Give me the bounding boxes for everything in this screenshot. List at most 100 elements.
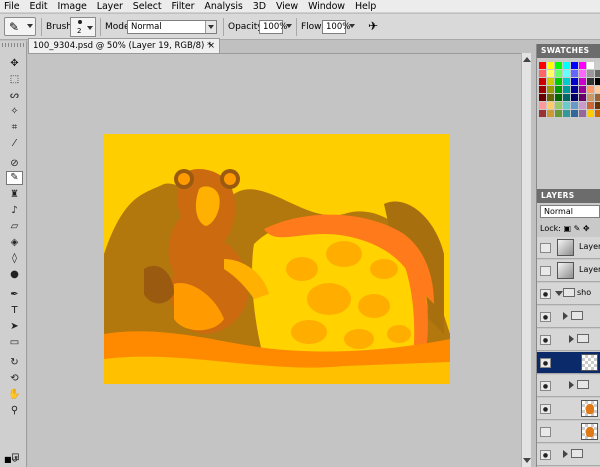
color-swatch[interactable] xyxy=(595,110,600,117)
color-swatch[interactable] xyxy=(555,110,562,117)
hand-tool-icon[interactable]: ✋ xyxy=(6,388,23,402)
visibility-eye-icon[interactable] xyxy=(540,427,551,437)
marquee-tool-icon[interactable]: ⬚ xyxy=(6,73,23,87)
type-tool-icon[interactable]: T xyxy=(6,304,23,318)
color-swatch[interactable] xyxy=(587,62,594,69)
swatches-panel-tab[interactable]: SWATCHES xyxy=(537,44,600,58)
layer-row[interactable]: Layer xyxy=(537,237,600,259)
visibility-eye-icon[interactable] xyxy=(540,289,551,299)
color-swatch[interactable] xyxy=(595,102,600,109)
color-swatch[interactable] xyxy=(587,70,594,77)
eyedropper-tool-icon[interactable]: ⁄ xyxy=(6,137,23,151)
layer-row[interactable] xyxy=(537,421,600,443)
brush-tool-icon[interactable]: ✎ xyxy=(6,171,23,185)
color-swatch[interactable] xyxy=(539,70,546,77)
scroll-up-icon[interactable] xyxy=(523,57,531,62)
color-swatch[interactable] xyxy=(547,94,554,101)
visibility-eye-icon[interactable] xyxy=(540,404,551,414)
scroll-down-icon[interactable] xyxy=(523,458,531,463)
color-swatch[interactable] xyxy=(587,78,594,85)
color-swatch[interactable] xyxy=(595,78,600,85)
color-swatch[interactable] xyxy=(587,86,594,93)
menu-3d[interactable]: 3D xyxy=(253,0,266,13)
magic-wand-tool-icon[interactable]: ✧ xyxy=(6,105,23,119)
color-swatch[interactable] xyxy=(571,102,578,109)
quick-mask-icon[interactable]: ⊡ xyxy=(7,451,24,465)
clone-stamp-tool-icon[interactable]: ♜ xyxy=(6,188,23,202)
blur-tool-icon[interactable]: ◊ xyxy=(6,252,23,266)
color-swatch[interactable] xyxy=(563,78,570,85)
color-swatch[interactable] xyxy=(563,102,570,109)
color-swatch[interactable] xyxy=(555,86,562,93)
opacity-input[interactable]: 100% xyxy=(259,20,287,34)
3d-orbit-tool-icon[interactable]: ⟲ xyxy=(6,372,23,386)
color-swatch[interactable] xyxy=(579,70,586,77)
menu-filter[interactable]: Filter xyxy=(171,0,194,13)
layer-row[interactable]: sho xyxy=(537,283,600,305)
document-tab[interactable]: 100_9304.psd @ 50% (Layer 19, RGB/8) * × xyxy=(28,38,220,53)
eraser-tool-icon[interactable]: ▱ xyxy=(6,220,23,234)
visibility-eye-icon[interactable] xyxy=(540,312,551,322)
color-swatch[interactable] xyxy=(555,70,562,77)
paint-bucket-tool-icon[interactable]: ◈ xyxy=(6,236,23,250)
color-swatch[interactable] xyxy=(595,86,600,93)
history-brush-tool-icon[interactable]: ♪ xyxy=(6,204,23,218)
color-swatch[interactable] xyxy=(587,102,594,109)
color-swatch[interactable] xyxy=(563,94,570,101)
color-swatch[interactable] xyxy=(579,94,586,101)
lock-transparent-icon[interactable]: ▣ xyxy=(563,224,571,233)
visibility-eye-icon[interactable] xyxy=(540,381,551,391)
color-swatch[interactable] xyxy=(595,94,600,101)
crop-tool-icon[interactable]: ⌗ xyxy=(6,121,23,135)
color-swatch[interactable] xyxy=(539,110,546,117)
menu-edit[interactable]: Edit xyxy=(30,0,48,13)
visibility-eye-icon[interactable] xyxy=(540,358,551,368)
color-swatch[interactable] xyxy=(539,94,546,101)
menu-view[interactable]: View xyxy=(276,0,298,13)
visibility-eye-icon[interactable] xyxy=(540,266,551,276)
layer-row[interactable] xyxy=(537,375,600,397)
color-swatch[interactable] xyxy=(563,86,570,93)
color-swatch[interactable] xyxy=(555,94,562,101)
color-swatch[interactable] xyxy=(579,62,586,69)
menu-window[interactable]: Window xyxy=(308,0,345,13)
dodge-tool-icon[interactable]: ● xyxy=(6,268,23,282)
flow-dropdown[interactable] xyxy=(347,20,356,34)
layers-panel-tab[interactable]: LAYERS xyxy=(537,189,600,203)
pen-tool-icon[interactable]: ✒ xyxy=(6,288,23,302)
menu-select[interactable]: Select xyxy=(133,0,162,13)
visibility-eye-icon[interactable] xyxy=(540,335,551,345)
color-swatch[interactable] xyxy=(539,86,546,93)
color-swatch[interactable] xyxy=(547,70,554,77)
vertical-scrollbar[interactable] xyxy=(521,53,531,467)
group-expand-icon[interactable] xyxy=(569,335,574,343)
color-swatch[interactable] xyxy=(571,78,578,85)
color-swatch[interactable] xyxy=(571,86,578,93)
lasso-tool-icon[interactable]: ᔕ xyxy=(6,89,23,103)
mode-select[interactable]: Normal xyxy=(127,20,217,34)
color-swatch[interactable] xyxy=(555,102,562,109)
color-swatch[interactable] xyxy=(571,62,578,69)
color-swatch[interactable] xyxy=(555,62,562,69)
color-swatch[interactable] xyxy=(547,62,554,69)
visibility-eye-icon[interactable] xyxy=(540,243,551,253)
shape-tool-icon[interactable]: ▭ xyxy=(6,336,23,350)
color-swatch[interactable] xyxy=(579,110,586,117)
color-swatch[interactable] xyxy=(587,110,594,117)
artwork-canvas[interactable] xyxy=(104,134,450,384)
menu-layer[interactable]: Layer xyxy=(97,0,123,13)
visibility-eye-icon[interactable] xyxy=(540,450,551,460)
menu-help[interactable]: Help xyxy=(355,0,376,13)
color-swatch[interactable] xyxy=(563,110,570,117)
color-swatch[interactable] xyxy=(595,62,600,69)
layer-row[interactable]: Layer xyxy=(537,260,600,282)
group-expand-icon[interactable] xyxy=(555,291,563,296)
color-swatch[interactable] xyxy=(579,102,586,109)
color-swatch[interactable] xyxy=(547,102,554,109)
color-swatch[interactable] xyxy=(539,62,546,69)
color-swatch[interactable] xyxy=(571,70,578,77)
panel-grip[interactable] xyxy=(2,43,25,47)
healing-brush-tool-icon[interactable]: ⊘ xyxy=(6,157,23,171)
layer-blend-mode-select[interactable]: Normal xyxy=(540,205,600,218)
3d-rotate-tool-icon[interactable]: ↻ xyxy=(6,356,23,370)
